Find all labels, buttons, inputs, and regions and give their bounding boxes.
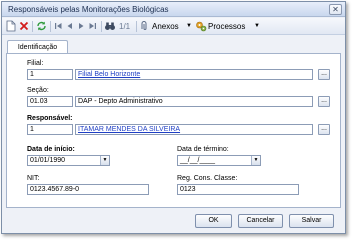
nit-label: NIT: [27, 175, 40, 182]
processes-icon[interactable] [195, 20, 207, 33]
cancel-button[interactable]: Cancelar [238, 214, 283, 228]
responsavel-code-field[interactable]: 1 [27, 124, 73, 135]
toolbar-separator [136, 21, 137, 32]
record-counter: 1/1 [119, 22, 131, 31]
responsavel-label: Responsável: [27, 115, 73, 122]
chevron-down-icon[interactable]: ▼ [100, 156, 109, 165]
window-title: Responsáveis pelas Monitorações Biológic… [8, 5, 169, 14]
responsavel-name-field[interactable]: ITAMAR MENDES DA SILVEIRA [75, 124, 313, 135]
secao-code-field[interactable]: 01.03 [27, 96, 73, 107]
last-record-icon[interactable] [88, 20, 97, 33]
filial-name-link[interactable]: Filial Belo Horizonte [78, 71, 140, 78]
toolbar-separator [50, 21, 51, 32]
filial-lookup-button[interactable]: ... [318, 69, 330, 80]
identification-panel: Filial: 1 Filial Belo Horizonte ... Seçã… [6, 53, 341, 208]
data-inicio-value: 01/01/1990 [30, 157, 66, 164]
attachments-menu[interactable]: Anexos [152, 20, 179, 33]
dialog-window: Responsáveis pelas Monitorações Biológic… [1, 1, 346, 234]
nit-field[interactable]: 0123.4567.89-0 [27, 184, 149, 195]
toolbar: 1/1 Anexos ▼ Processos ▼ [2, 18, 345, 35]
secao-lookup-button[interactable]: ... [318, 96, 330, 107]
processes-menu[interactable]: Processos [208, 20, 245, 33]
secao-name-field[interactable]: DAP - Depto Administrativo [75, 96, 313, 107]
close-button[interactable]: ✕ [329, 4, 342, 15]
new-document-icon[interactable] [6, 20, 16, 33]
secao-label: Seção: [27, 87, 49, 94]
filial-code-field[interactable]: 1 [27, 69, 73, 80]
tab-identificacao[interactable]: Identificação [7, 40, 68, 54]
data-inicio-picker[interactable]: 01/01/1990 ▼ [27, 155, 110, 166]
filial-name-field[interactable]: Filial Belo Horizonte [75, 69, 313, 80]
filial-label: Filial: [27, 60, 44, 67]
data-termino-label: Data de término: [177, 146, 229, 153]
ok-button[interactable]: OK [195, 214, 232, 228]
toolbar-separator [32, 21, 33, 32]
reg-cons-label: Reg. Cons. Classe: [177, 175, 238, 182]
delete-icon[interactable] [19, 20, 29, 33]
first-record-icon[interactable] [54, 20, 63, 33]
toolbar-separator [101, 21, 102, 32]
attachments-dropdown-icon[interactable]: ▼ [186, 20, 192, 33]
refresh-icon[interactable] [36, 20, 47, 33]
save-button[interactable]: Salvar [289, 214, 334, 228]
data-termino-value: __/__/____ [180, 157, 216, 164]
title-bar[interactable]: Responsáveis pelas Monitorações Biológic… [2, 2, 345, 17]
responsavel-lookup-button[interactable]: ... [318, 124, 330, 135]
previous-record-icon[interactable] [66, 20, 74, 33]
binoculars-icon[interactable] [104, 20, 116, 33]
processes-dropdown-icon[interactable]: ▼ [254, 20, 260, 33]
next-record-icon[interactable] [77, 20, 85, 33]
reg-cons-field[interactable]: 0123 [177, 184, 299, 195]
attachments-icon[interactable] [140, 20, 152, 33]
chevron-down-icon[interactable]: ▼ [251, 156, 260, 165]
data-termino-picker[interactable]: __/__/____ ▼ [177, 155, 261, 166]
responsavel-name-link[interactable]: ITAMAR MENDES DA SILVEIRA [78, 126, 180, 133]
data-inicio-label: Data de início: [27, 146, 75, 153]
